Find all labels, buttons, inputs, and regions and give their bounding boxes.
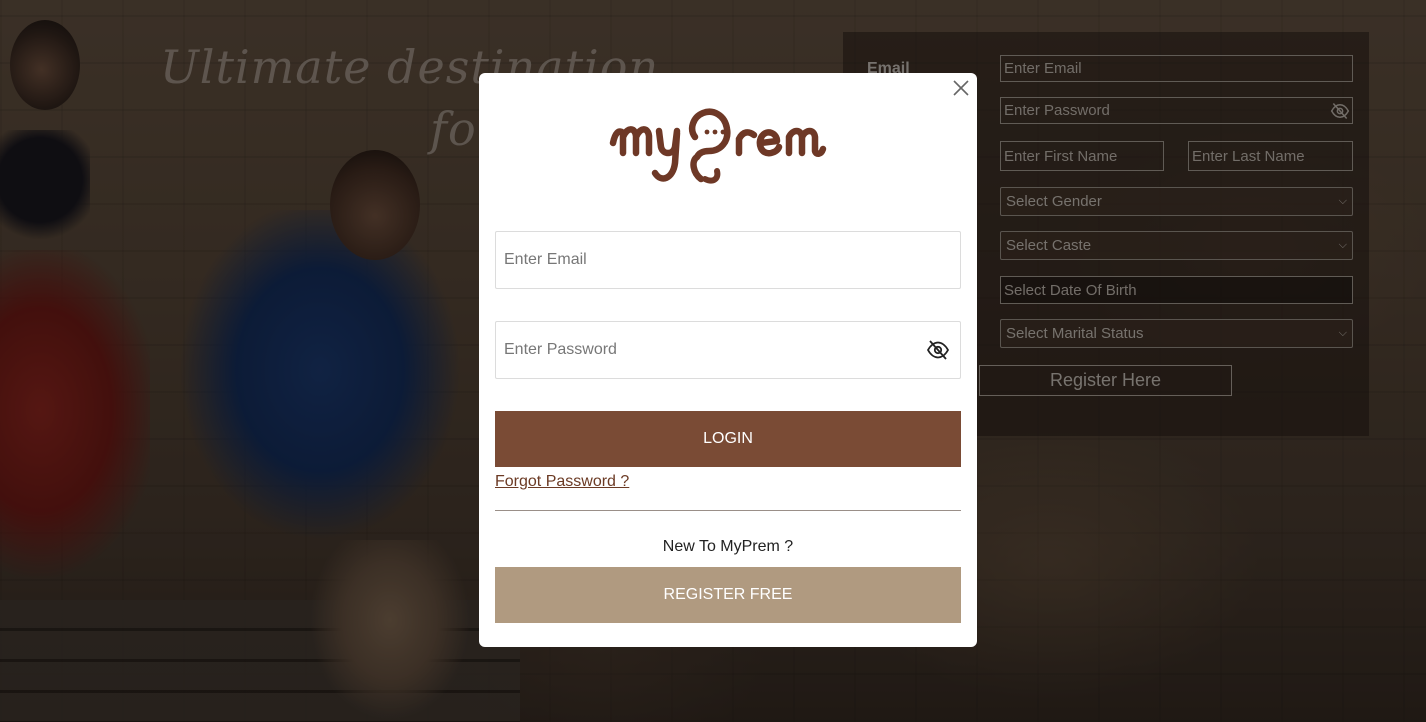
email-input[interactable] <box>496 232 912 288</box>
myprem-logo <box>609 108 827 184</box>
login-button[interactable]: LOGIN <box>495 411 961 467</box>
eye-slash-icon[interactable] <box>926 338 950 362</box>
password-input[interactable] <box>496 322 912 378</box>
register-free-button[interactable]: REGISTER FREE <box>495 567 961 623</box>
new-to-text: New To MyPrem ? <box>662 538 794 555</box>
password-field[interactable] <box>495 321 961 379</box>
forgot-password-link[interactable]: Forgot Password ? <box>495 473 629 491</box>
login-modal: LOGIN Forgot Password ? New To MyPrem ? … <box>479 73 977 647</box>
divider <box>495 510 961 511</box>
close-icon[interactable] <box>951 78 971 98</box>
email-field[interactable] <box>495 231 961 289</box>
